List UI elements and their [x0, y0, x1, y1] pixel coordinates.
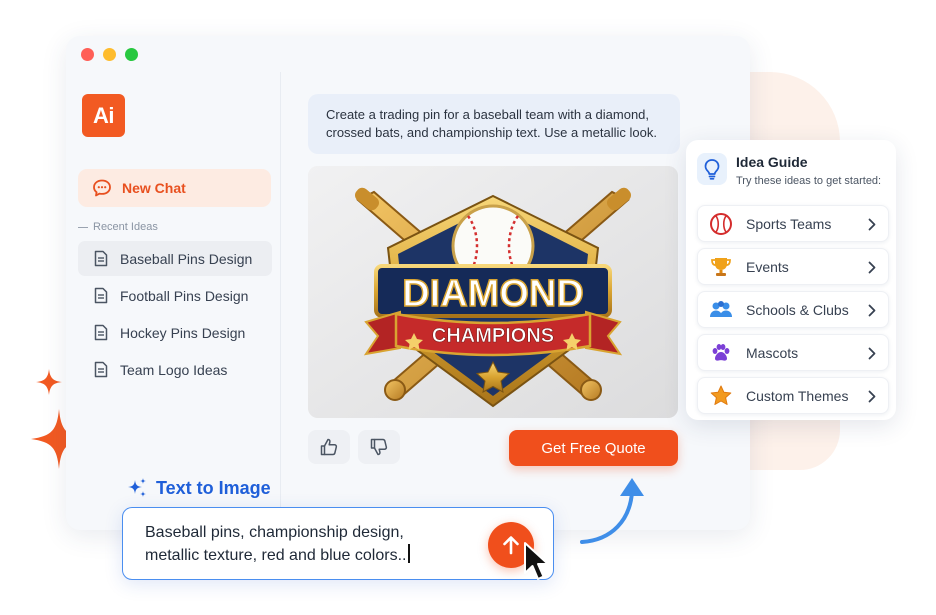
lightbulb-icon [697, 153, 727, 185]
idea-item-label: Schools & Clubs [746, 301, 849, 318]
prompt-input-line-1: Baseball pins, championship design, [145, 524, 404, 541]
curved-arrow-icon [580, 478, 644, 544]
sidebar: Ai New Chat Recent Ideas Baseball Pins D… [66, 72, 281, 530]
user-prompt-message: Create a trading pin for a baseball team… [308, 94, 680, 154]
idea-item-label: Events [746, 258, 789, 275]
recent-item-label: Team Logo Ideas [120, 361, 228, 378]
idea-item-events[interactable]: Events [697, 248, 889, 285]
idea-guide-title: Idea Guide [736, 154, 808, 170]
prompt-input-line-2: metallic texture, red and blue colors.. [145, 544, 531, 567]
pin-banner-text: CHAMPIONS [432, 325, 554, 347]
idea-guide-header: Idea Guide Try these ideas to get starte… [697, 153, 881, 187]
window-titlebar [66, 36, 750, 72]
idea-item-mascots[interactable]: Mascots [697, 334, 889, 371]
idea-item-custom-themes[interactable]: Custom Themes [697, 377, 889, 414]
prompt-input-line-2-text: metallic texture, red and blue colors.. [145, 547, 407, 564]
chevron-right-icon [868, 390, 876, 403]
chevron-right-icon [868, 218, 876, 231]
idea-item-sports-teams[interactable]: Sports Teams [697, 205, 889, 242]
recent-item-label: Baseball Pins Design [120, 250, 253, 267]
sparkles-icon [128, 478, 146, 497]
chevron-right-icon [868, 261, 876, 274]
recent-ideas-list: Baseball Pins Design Football Pins Desig… [78, 241, 272, 389]
document-icon [94, 287, 108, 304]
thumbs-up-button[interactable] [308, 430, 350, 464]
document-icon [94, 361, 108, 378]
thumbs-down-icon [370, 438, 388, 456]
chevron-right-icon [868, 304, 876, 317]
chevron-right-icon [868, 347, 876, 360]
recent-item-team-logo[interactable]: Team Logo Ideas [78, 352, 272, 387]
maximize-window-button[interactable] [125, 48, 138, 61]
recent-ideas-heading: Recent Ideas [78, 221, 158, 233]
idea-guide-panel: Idea Guide Try these ideas to get starte… [686, 140, 896, 420]
recent-item-label: Hockey Pins Design [120, 324, 246, 341]
app-logo: Ai [82, 94, 125, 137]
new-chat-label: New Chat [122, 180, 186, 196]
baseball-pin-image: DIAMOND CHAMPIONS [308, 166, 678, 418]
recent-item-label: Football Pins Design [120, 287, 249, 304]
idea-item-label: Mascots [746, 344, 799, 361]
chat-bubble-icon [93, 179, 111, 197]
get-free-quote-button[interactable]: Get Free Quote [509, 430, 678, 466]
recent-item-hockey-pins[interactable]: Hockey Pins Design [78, 315, 272, 350]
prompt-line-2: crossed bats, and championship text. Use… [326, 125, 657, 140]
close-window-button[interactable] [81, 48, 94, 61]
text-to-image-heading: Text to Image [126, 477, 271, 499]
app-window: Ai New Chat Recent Ideas Baseball Pins D… [66, 36, 750, 530]
idea-item-label: Custom Themes [746, 387, 849, 404]
paw-icon [708, 340, 734, 366]
idea-item-label: Sports Teams [746, 215, 832, 232]
prompt-line-1: Create a trading pin for a baseball team… [326, 107, 650, 122]
text-caret [408, 544, 410, 563]
recent-item-football-pins[interactable]: Football Pins Design [78, 278, 272, 313]
document-icon [94, 250, 108, 267]
idea-guide-list: Sports Teams Events Schools & Clubs Masc… [697, 205, 889, 420]
people-icon [708, 297, 734, 323]
minimize-window-button[interactable] [103, 48, 116, 61]
trophy-icon [708, 254, 734, 280]
baseball-icon [708, 211, 734, 237]
document-icon [94, 324, 108, 341]
text-to-image-label: Text to Image [156, 477, 271, 498]
small-sparkle-icon [36, 369, 62, 395]
mouse-cursor-icon [524, 542, 549, 580]
new-chat-button[interactable]: New Chat [78, 169, 271, 207]
thumbs-down-button[interactable] [358, 430, 400, 464]
generated-image-card: DIAMOND CHAMPIONS [308, 166, 678, 418]
thumbs-up-icon [320, 438, 338, 456]
arrow-up-icon [503, 536, 519, 555]
star-icon [708, 383, 734, 409]
idea-item-schools-clubs[interactable]: Schools & Clubs [697, 291, 889, 328]
recent-item-baseball-pins[interactable]: Baseball Pins Design [78, 241, 272, 276]
idea-guide-subtitle: Try these ideas to get started: [736, 175, 882, 187]
pin-title-text: DIAMOND [402, 273, 584, 315]
